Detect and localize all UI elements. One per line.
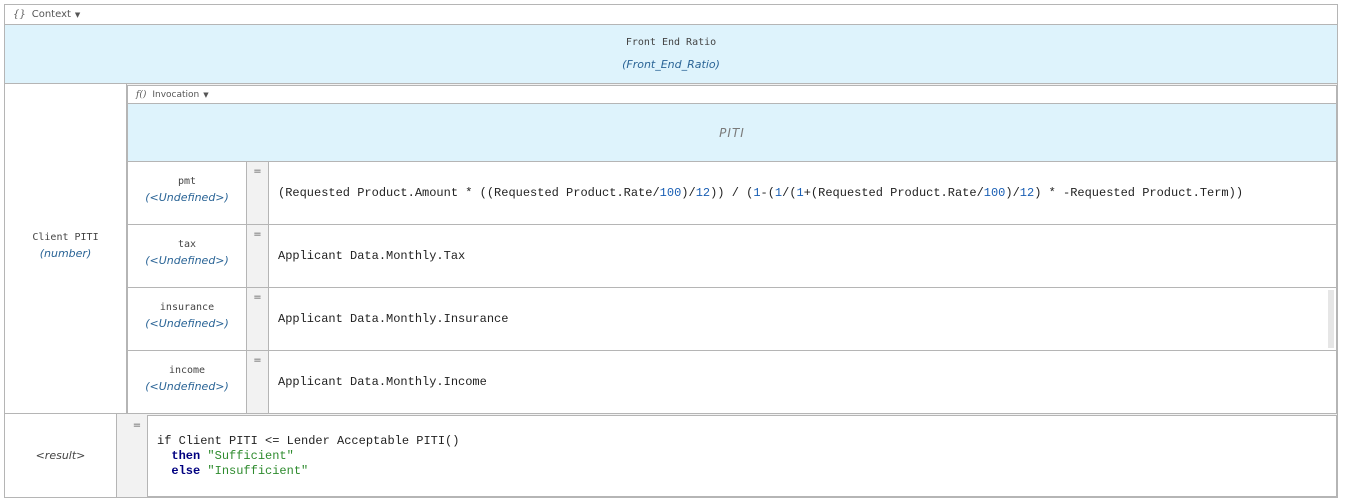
expr-number: 100 (659, 186, 682, 200)
context-icon: {} (13, 9, 26, 20)
param-pmt[interactable]: pmt (<Undefined>) (127, 162, 247, 225)
expr-text: -( (760, 186, 775, 200)
invocation-label: Invocation (152, 89, 200, 100)
param-income[interactable]: income (<Undefined>) (127, 351, 247, 414)
client-piti-cell[interactable]: Client PITI (number) (5, 84, 127, 414)
equals-sign: = (247, 225, 268, 288)
expr-text: +(Requested Product.Rate/ (803, 186, 984, 200)
equals-sign: = (247, 162, 268, 225)
chevron-down-icon[interactable]: ▼ (75, 11, 80, 19)
result-expression[interactable]: if Client PITI <= Lender Acceptable PITI… (147, 415, 1337, 497)
result-line-if: if Client PITI <= Lender Acceptable PITI… (157, 434, 460, 448)
param-type: (<Undefined>) (145, 254, 229, 267)
expr-text: Applicant Data.Monthly.Insurance (278, 312, 509, 326)
expr-number: 1 (796, 186, 804, 200)
expr-text: /( (782, 186, 797, 200)
param-type: (<Undefined>) (145, 191, 229, 204)
client-piti-type: (number) (39, 247, 92, 260)
context-header[interactable]: {} Context ▼ (5, 5, 1337, 25)
income-expression[interactable]: Applicant Data.Monthly.Income (268, 351, 1337, 414)
expr-number: 1 (774, 186, 783, 200)
expr-text: )/ (1005, 186, 1020, 200)
expr-number: 12 (695, 186, 711, 200)
expr-number: 12 (1019, 186, 1035, 200)
expr-number: 100 (983, 186, 1006, 200)
expr-text: (Requested Product.Amount * ((Requested … (278, 186, 660, 200)
expr-number: 1 (753, 186, 761, 200)
param-name: income (168, 365, 206, 376)
equals-sign: = (127, 414, 147, 497)
expr-text: ) * -Requested Product.Term)) (1034, 186, 1244, 200)
insurance-expression[interactable]: Applicant Data.Monthly.Insurance (268, 288, 1337, 351)
result-label[interactable]: <result> (5, 414, 117, 497)
invoked-function-name[interactable]: PITI (127, 104, 1337, 162)
param-name: tax (177, 239, 197, 250)
decision-type: (Front_End_Ratio) (622, 58, 720, 71)
param-type: (<Undefined>) (145, 317, 229, 330)
then-keyword: then (171, 449, 201, 463)
else-value: "Insufficient" (207, 464, 309, 478)
else-keyword: else (171, 464, 201, 478)
param-type: (<Undefined>) (145, 380, 229, 393)
decision-name: Front End Ratio (625, 37, 717, 48)
then-value: "Sufficient" (207, 449, 294, 463)
client-piti-name: Client PITI (32, 232, 99, 243)
result-line-else: else "Insufficient" (157, 464, 1336, 479)
param-tax[interactable]: tax (<Undefined>) (127, 225, 247, 288)
param-name: insurance (159, 302, 215, 313)
context-box: {} Context ▼ Front End Ratio (Front_End_… (4, 4, 1338, 498)
expr-text: )/ (681, 186, 696, 200)
decision-title-bar[interactable]: Front End Ratio (Front_End_Ratio) (5, 25, 1337, 84)
result-line-then: then "Sufficient" (157, 449, 1336, 464)
pmt-expression[interactable]: (Requested Product.Amount * ((Requested … (268, 162, 1337, 225)
context-label: Context (31, 9, 71, 20)
invocation-header[interactable]: f() Invocation ▼ (127, 85, 1337, 104)
param-insurance[interactable]: insurance (<Undefined>) (127, 288, 247, 351)
param-name: pmt (177, 176, 197, 187)
expr-text: )) / ( (710, 186, 754, 200)
tax-expression[interactable]: Applicant Data.Monthly.Tax (268, 225, 1337, 288)
scrollbar[interactable] (1328, 290, 1334, 348)
function-icon: f() (136, 89, 147, 100)
equals-sign: = (247, 351, 268, 414)
equals-sign: = (247, 288, 268, 351)
chevron-down-icon[interactable]: ▼ (203, 91, 208, 99)
